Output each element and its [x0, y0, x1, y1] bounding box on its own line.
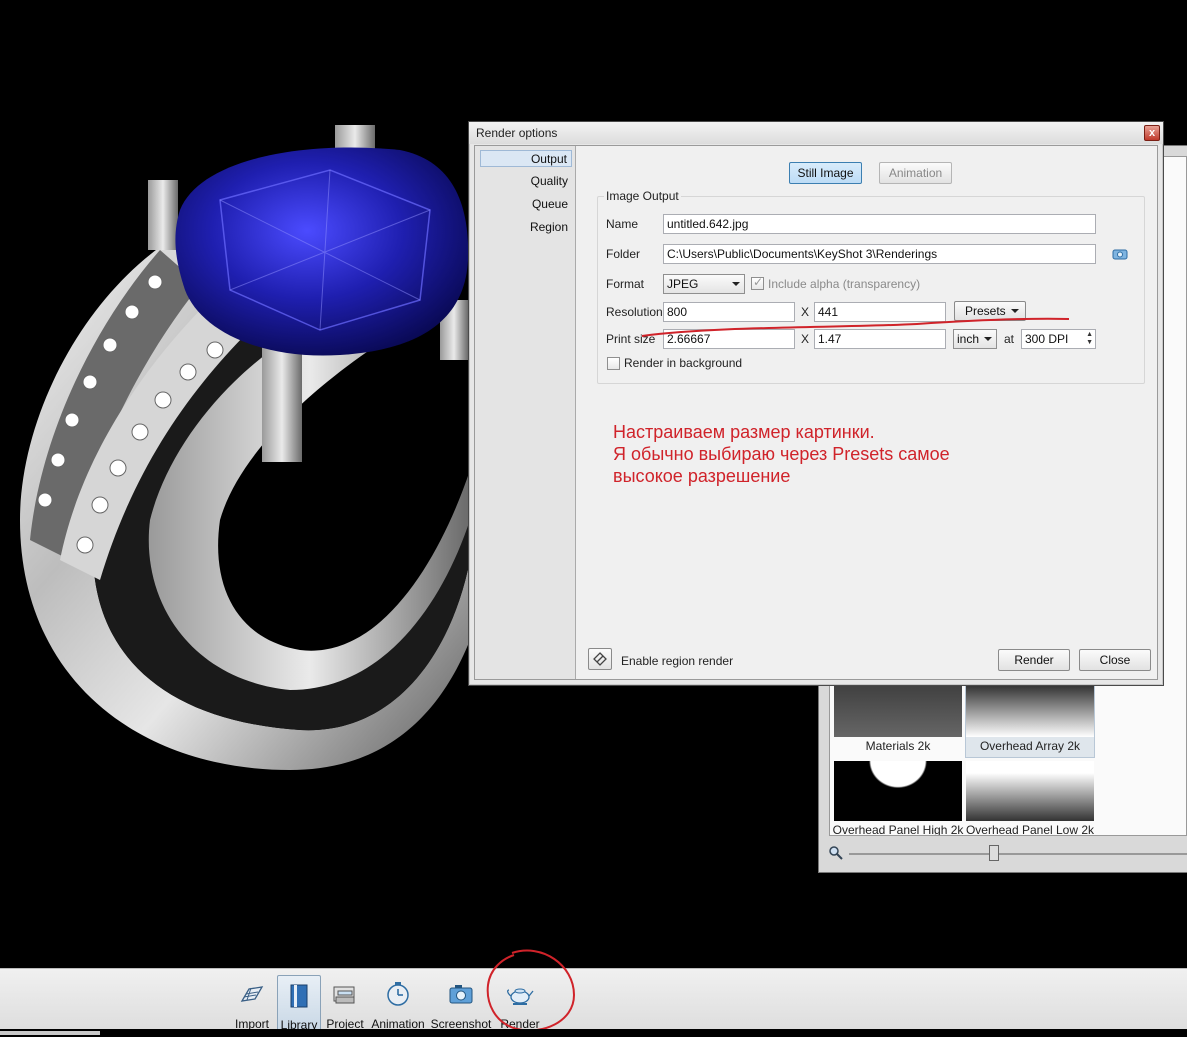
- main-toolbar: Import Library Project Animation Screens…: [0, 949, 1187, 1035]
- library-icon: [290, 984, 308, 1008]
- render-options-dialog: Render options x Output Quality Queue Re…: [468, 121, 1164, 686]
- thumbnail-image: [834, 761, 962, 821]
- options-sidebar: Output Quality Queue Region: [475, 146, 576, 679]
- thumbnail-overhead-panel-high-2k[interactable]: Overhead Panel High 2k: [833, 761, 963, 835]
- thumbnail-caption: Materials 2k: [865, 739, 931, 753]
- region-render-icon: [593, 652, 607, 666]
- thumbnail-image: [966, 761, 1094, 821]
- close-icon[interactable]: x: [1144, 125, 1160, 141]
- name-label: Name: [606, 217, 639, 231]
- chevron-down-icon: [732, 282, 740, 286]
- animation-icon: [387, 982, 409, 1006]
- toolbar-screenshot[interactable]: Screenshot: [431, 975, 491, 1031]
- thumbnail-image: [834, 677, 962, 737]
- toolbar-import[interactable]: Import: [232, 975, 272, 1031]
- thumbnail-overhead-array-2k[interactable]: Overhead Array 2k: [965, 676, 1095, 758]
- thumbnail-caption: Overhead Panel Low 2k: [965, 823, 1095, 836]
- dialog-title: Render options: [476, 126, 558, 140]
- close-button[interactable]: Close: [1079, 649, 1151, 671]
- region-render-toggle[interactable]: [588, 648, 612, 670]
- screenshot-icon: [449, 985, 473, 1004]
- annotation-line: Я обычно выбираю через Presets самое: [613, 444, 950, 464]
- include-alpha-checkbox[interactable]: [751, 275, 764, 290]
- animation-button[interactable]: Animation: [879, 162, 952, 184]
- thumbnail-overhead-panel-low-2k[interactable]: Overhead Panel Low 2k: [966, 761, 1094, 835]
- output-settings: Still Image Animation Image Output Name …: [577, 146, 1157, 679]
- thumbnail-materials-2k[interactable]: Materials 2k: [834, 677, 962, 757]
- spinner-arrows-icon[interactable]: ▲ ▼: [1086, 331, 1093, 347]
- include-alpha-label: Include alpha (transparency): [768, 277, 921, 291]
- library-zoom-slider[interactable]: [829, 844, 1187, 864]
- project-icon: [333, 986, 355, 1004]
- status-segment: [0, 1031, 100, 1035]
- magnifier-icon[interactable]: [829, 846, 843, 860]
- dialog-body: Output Quality Queue Region Still Image …: [474, 145, 1158, 680]
- zoom-slider-track[interactable]: [849, 853, 1187, 855]
- status-bar: [0, 1029, 1187, 1035]
- render-in-background-label: Render in background: [624, 356, 743, 370]
- format-dropdown[interactable]: JPEG: [663, 274, 745, 294]
- thumbnail-caption: Overhead Array 2k: [979, 739, 1081, 753]
- thumbnail-caption: Overhead Panel High 2k: [832, 823, 964, 836]
- sidebar-item-quality[interactable]: Quality: [480, 173, 572, 190]
- folder-field[interactable]: C:\Users\Public\Documents\KeyShot 3\Rend…: [663, 244, 1096, 264]
- folder-label: Folder: [606, 247, 641, 261]
- format-value: JPEG: [667, 277, 699, 291]
- sidebar-item-output[interactable]: Output: [480, 150, 572, 167]
- red-underline-annotation: [641, 317, 1070, 337]
- sidebar-item-region[interactable]: Region: [480, 219, 572, 236]
- toolbar-library[interactable]: Library: [277, 975, 321, 1032]
- folder-browse-icon[interactable]: [1112, 248, 1128, 260]
- dialog-titlebar[interactable]: Render options x: [469, 122, 1163, 144]
- region-render-label: Enable region render: [621, 654, 734, 668]
- still-image-button[interactable]: Still Image: [789, 162, 862, 184]
- zoom-slider-handle[interactable]: [989, 845, 999, 861]
- render-button[interactable]: Render: [998, 649, 1070, 671]
- format-label: Format: [606, 277, 645, 291]
- annotation-line: Настраиваем размер картинки.: [613, 422, 875, 442]
- red-circle-annotation: [486, 949, 576, 1032]
- group-title: Image Output: [604, 189, 681, 203]
- toolbar-project[interactable]: Project: [325, 975, 365, 1031]
- render-in-background-checkbox[interactable]: [607, 357, 620, 370]
- sidebar-item-queue[interactable]: Queue: [480, 196, 572, 213]
- toolbar-animation[interactable]: Animation: [371, 975, 425, 1031]
- annotation-line: высокое разрешение: [613, 466, 791, 486]
- image-output-group: Image Output Name untitled.642.jpg Folde…: [597, 189, 1145, 384]
- name-field[interactable]: untitled.642.jpg: [663, 214, 1096, 234]
- import-icon: [240, 986, 264, 1002]
- thumbnail-image: [966, 677, 1094, 737]
- annotation-note: Настраиваем размер картинки. Я обычно вы…: [613, 421, 950, 487]
